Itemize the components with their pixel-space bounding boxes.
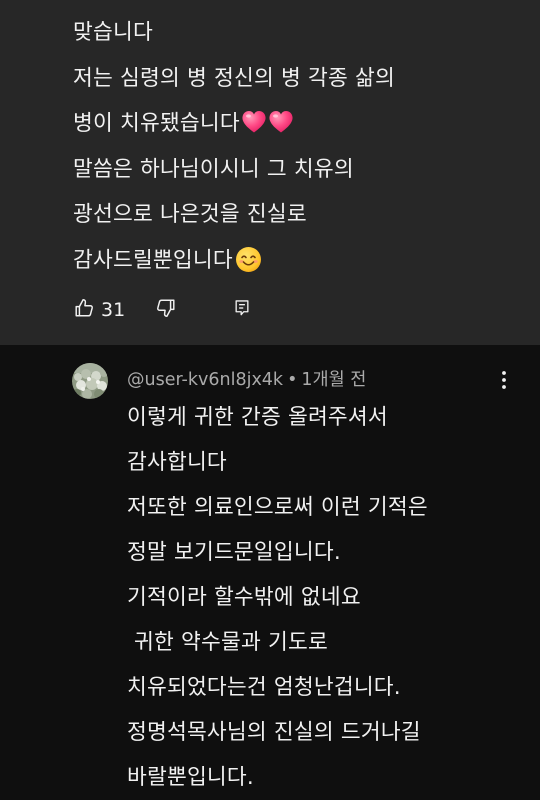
reply-line: 정말 보기드문일입니다. xyxy=(127,540,341,565)
comment-line: 감사드릴뿐입니다 xyxy=(73,238,523,284)
author-name[interactable]: @user-kv6nl8jx4k xyxy=(127,370,283,390)
reply-timestamp: 1개월 전 xyxy=(301,370,367,390)
reply-comment: @user-kv6nl8jx4k • 1개월 전 이렇게 귀한 간증 올려주셔서 감… xyxy=(0,345,540,794)
comment-line-text: 병이 치유됐습니다 xyxy=(73,111,240,136)
reply-line: 감사합니다 xyxy=(127,450,227,475)
like-button[interactable]: 31 xyxy=(73,297,125,323)
reply-line: 귀한 약수물과 기도로 xyxy=(127,630,328,655)
comment-line: 저는 심령의 병 정신의 병 각종 삶의 xyxy=(73,65,395,91)
reply-line: 정명석목사님의 진실의 드거나길 xyxy=(127,720,421,745)
reply-line: 기적이라 할수밖에 없네요 xyxy=(127,585,361,610)
avatar[interactable] xyxy=(72,363,108,399)
thumbs-up-icon xyxy=(73,297,95,323)
reply-line: 저또한 의료인으로써 이런 기적은 xyxy=(127,495,428,520)
like-count: 31 xyxy=(101,299,126,321)
comment-line: 말씀은 하나님이시니 그 치유의 xyxy=(73,156,354,182)
parent-comment: 맞습니다 저는 심령의 병 정신의 병 각종 삶의 병이 치유됐습니다 말씀은 … xyxy=(0,0,540,345)
heart-emoji xyxy=(241,106,267,133)
more-vert-icon[interactable] xyxy=(496,369,512,391)
heart-emoji xyxy=(268,106,294,133)
dislike-button[interactable] xyxy=(155,297,177,323)
comment-line: 맞습니다 xyxy=(73,20,153,45)
thumbs-down-icon xyxy=(155,297,177,323)
smiling-face-emoji xyxy=(235,244,262,272)
reply-line: 이렇게 귀한 간증 올려주셔서 xyxy=(127,405,388,430)
comment-line: 광선으로 나은것을 진실로 xyxy=(73,202,307,227)
comment-line-text: 감사드릴뿐입니다 xyxy=(73,247,233,273)
reply-button[interactable] xyxy=(232,298,252,322)
comment-text: 맞습니다 저는 심령의 병 정신의 병 각종 삶의 병이 치유됐습니다 말씀은 … xyxy=(73,10,523,283)
comment-line: 병이 치유됐습니다 xyxy=(73,101,523,147)
reply-line: 바랄뿐입니다. xyxy=(127,765,254,790)
reply-meta: @user-kv6nl8jx4k • 1개월 전 xyxy=(127,366,366,391)
comment-actions: 31 xyxy=(73,296,252,324)
reply-icon xyxy=(232,298,252,322)
meta-separator: • xyxy=(287,370,298,390)
reply-text: 이렇게 귀한 간증 올려주셔서 감사합니다 저또한 의료인으로써 이런 기적은 … xyxy=(127,395,527,800)
reply-line: 치유되었다는건 엄청난겁니다. xyxy=(127,675,401,700)
